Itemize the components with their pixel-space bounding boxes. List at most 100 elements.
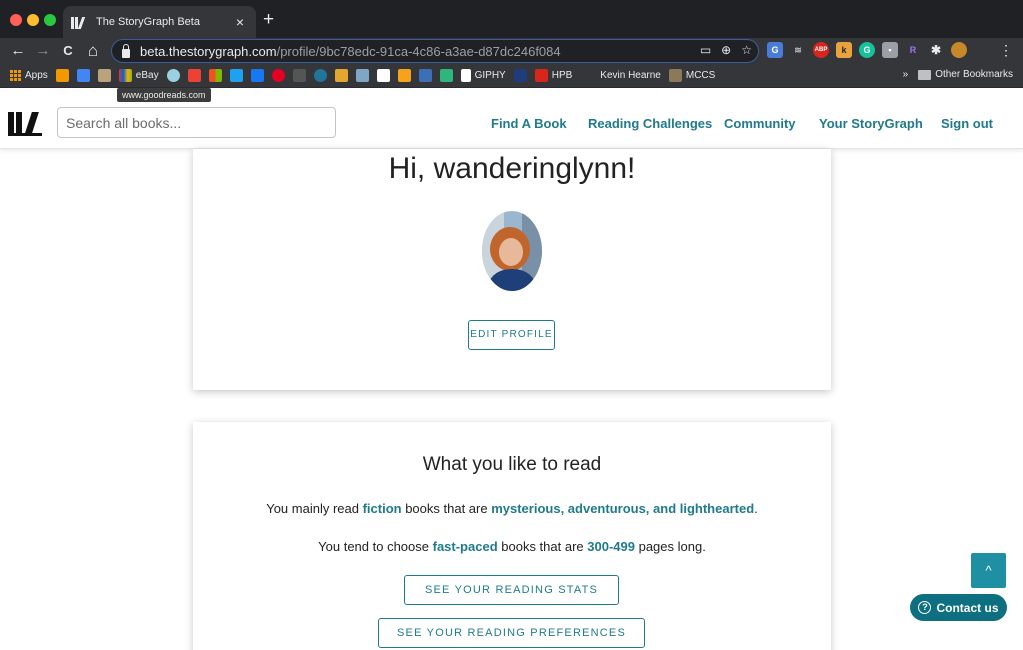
- nav-sign-out[interactable]: Sign out: [941, 116, 993, 131]
- rss-icon: [397, 69, 411, 82]
- bookmark-home[interactable]: [166, 69, 180, 82]
- bookmark-tooltip: www.goodreads.com: [117, 88, 211, 102]
- mccs-icon: [668, 69, 682, 82]
- url-path: /profile/9bc78edc-91ca-4c86-a3ae-d87dc24…: [276, 43, 561, 59]
- nav-find-a-book[interactable]: Find A Book: [491, 116, 567, 131]
- adblock-extension-icon[interactable]: ABP: [813, 42, 829, 58]
- k-extension-icon[interactable]: k: [836, 42, 852, 58]
- bookmark-ebay[interactable]: eBay: [118, 69, 159, 82]
- pinterest-icon: [271, 69, 285, 82]
- page-length-highlight[interactable]: 300-499: [587, 539, 635, 554]
- bookmark-pinterest[interactable]: [271, 69, 285, 82]
- bookmark-calendar[interactable]: [76, 69, 90, 82]
- contact-us-button[interactable]: ? Contact us: [910, 594, 1007, 621]
- forward-button[interactable]: →: [33, 41, 53, 61]
- edit-profile-button[interactable]: EDIT PROFILE: [468, 320, 555, 350]
- goodreads-icon: [97, 69, 111, 82]
- bookmark-wordpress[interactable]: [313, 69, 327, 82]
- nav-community[interactable]: Community: [724, 116, 796, 131]
- contact-us-label: Contact us: [936, 600, 999, 615]
- scroll-to-top-button[interactable]: ^: [971, 553, 1006, 588]
- moods-highlight[interactable]: mysterious, adventurous, and lighthearte…: [491, 501, 754, 516]
- bookmark-hpb[interactable]: HPB: [534, 69, 572, 82]
- bookmark-facebook[interactable]: [250, 69, 264, 82]
- bookmark-gmail[interactable]: [187, 69, 201, 82]
- nav-your-storygraph[interactable]: Your StoryGraph: [819, 116, 923, 131]
- bookmark-apps[interactable]: Apps: [10, 70, 48, 81]
- bookmark-twitter[interactable]: [229, 69, 243, 82]
- slack-icon: [439, 69, 453, 82]
- back-button[interactable]: ←: [8, 41, 28, 61]
- bookmark-waves[interactable]: [418, 69, 432, 82]
- apps-grid-icon: [10, 70, 21, 81]
- genre-highlight[interactable]: fiction: [363, 501, 402, 516]
- ebay-icon: [118, 69, 132, 82]
- hpb-icon: [534, 69, 548, 82]
- close-window-button[interactable]: [10, 14, 22, 26]
- see-reading-stats-button[interactable]: SEE YOUR READING STATS: [404, 575, 619, 605]
- swirl-icon: [334, 69, 348, 82]
- address-bar[interactable]: beta.thestorygraph.com/profile/9bc78edc-…: [111, 39, 759, 63]
- browser-tab[interactable]: The StoryGraph Beta ×: [63, 6, 256, 38]
- bookmark-giphy[interactable]: GIPHY: [460, 69, 506, 82]
- nav-reading-challenges[interactable]: Reading Challenges: [588, 116, 712, 131]
- facebook-icon: [250, 69, 264, 82]
- gmail-icon: [187, 69, 201, 82]
- bookmark-rss[interactable]: [397, 69, 411, 82]
- bookmark-other-bookmarks[interactable]: Other Bookmarks: [918, 69, 1013, 80]
- storygraph-logo-icon[interactable]: [8, 108, 42, 136]
- reading-summary-pace: You tend to choose fast-paced books that…: [318, 539, 706, 554]
- new-tab-button[interactable]: +: [263, 10, 274, 30]
- layers-extension-icon[interactable]: ≋: [790, 42, 806, 58]
- reload-button[interactable]: C: [58, 41, 78, 61]
- bookmark-goodreads[interactable]: [97, 69, 111, 82]
- translate-extension-icon[interactable]: G: [767, 42, 783, 58]
- cast-icon[interactable]: ▭: [700, 43, 711, 57]
- bookmark-amazon[interactable]: [55, 69, 69, 82]
- waves-icon: [418, 69, 432, 82]
- bookmark-tesla[interactable]: [513, 69, 527, 82]
- twitter-icon: [229, 69, 243, 82]
- bookmarks-overflow-button[interactable]: »: [903, 69, 909, 80]
- bookmark-swirl[interactable]: [334, 69, 348, 82]
- microsoft-icon: [208, 69, 222, 82]
- r-extension-icon[interactable]: R: [905, 42, 921, 58]
- search-input[interactable]: [57, 107, 336, 138]
- bookmark-kevin-hearne[interactable]: Kevin Hearne: [600, 70, 661, 81]
- browser-menu-icon[interactable]: ⋮: [999, 42, 1013, 59]
- bookmark-viking[interactable]: [355, 69, 369, 82]
- zoom-icon[interactable]: ⊕: [721, 43, 731, 57]
- bookmark-mccs[interactable]: MCCS: [668, 69, 715, 82]
- amazon-icon: [55, 69, 69, 82]
- reading-summary-genre: You mainly read fiction books that are m…: [266, 501, 758, 516]
- minimize-window-button[interactable]: [27, 14, 39, 26]
- house-icon: [166, 69, 180, 82]
- bookmark-slack[interactable]: [439, 69, 453, 82]
- tab-close-icon[interactable]: ×: [232, 14, 248, 30]
- reading-section-title: What you like to read: [422, 454, 602, 475]
- giphy-icon: [460, 69, 471, 82]
- stack-icon: [292, 69, 306, 82]
- gs-icon: [376, 69, 390, 82]
- bookmark-microsoft[interactable]: [208, 69, 222, 82]
- calendar-icon: [76, 69, 90, 82]
- grammarly-extension-icon[interactable]: G: [859, 42, 875, 58]
- extensions-puzzle-icon[interactable]: ✱: [928, 42, 944, 58]
- url-host: beta.thestorygraph.com: [140, 43, 277, 59]
- profile-avatar-icon[interactable]: [951, 42, 967, 58]
- reader-extension-icon[interactable]: ▪: [882, 42, 898, 58]
- browser-toolbar: ← → C ⌂ beta.thestorygraph.com/profile/9…: [0, 38, 1023, 64]
- profile-greeting: Hi, wanderinglynn!: [388, 152, 636, 185]
- bookmark-gs[interactable]: [376, 69, 390, 82]
- home-button[interactable]: ⌂: [83, 41, 103, 61]
- viking-icon: [355, 69, 369, 82]
- folder-icon: [918, 69, 932, 80]
- bookmark-stack[interactable]: [292, 69, 306, 82]
- pace-highlight[interactable]: fast-paced: [433, 539, 498, 554]
- maximize-window-button[interactable]: [44, 14, 56, 26]
- tesla-icon: [513, 69, 527, 82]
- avatar: [482, 211, 542, 291]
- bookmark-star-icon[interactable]: ☆: [741, 43, 752, 57]
- see-reading-preferences-button[interactable]: SEE YOUR READING PREFERENCES: [378, 618, 645, 648]
- chevron-up-icon: ^: [985, 563, 992, 578]
